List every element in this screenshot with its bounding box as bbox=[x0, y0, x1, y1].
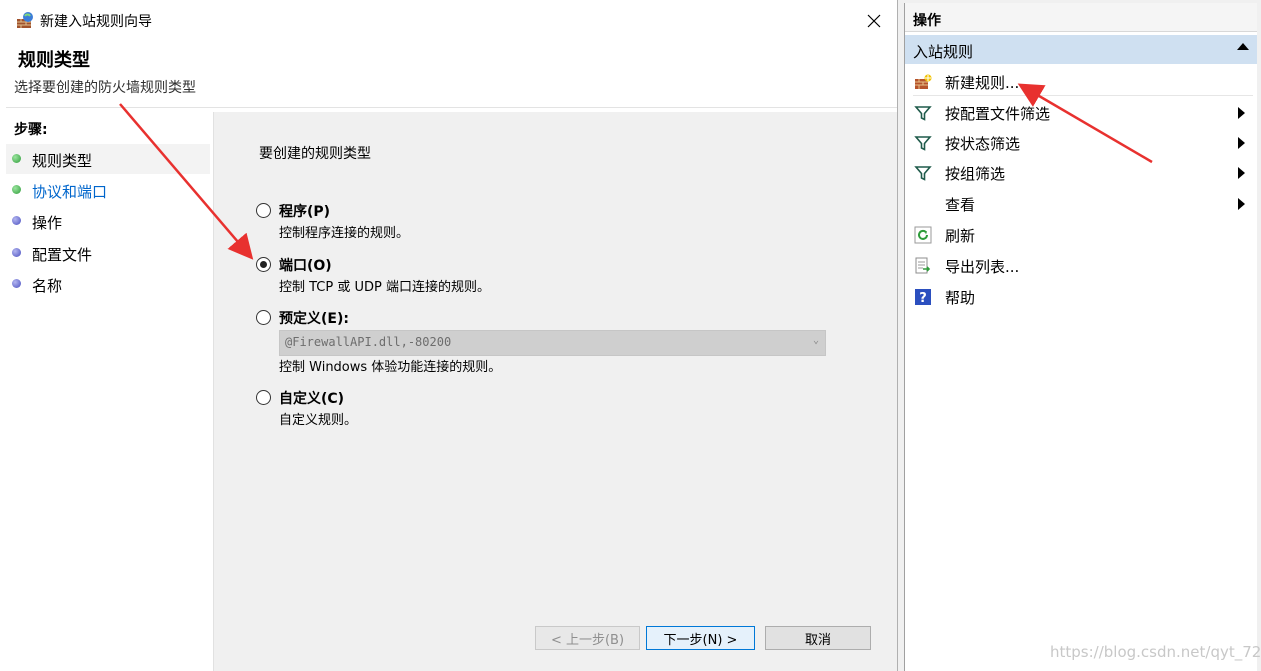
predefined-radio[interactable] bbox=[256, 310, 271, 325]
step-label: 配置文件 bbox=[32, 246, 93, 264]
option-label[interactable]: 端口(O) bbox=[279, 255, 332, 275]
action-filter-state[interactable]: 按状态筛选 bbox=[905, 127, 1257, 157]
step-complete-icon bbox=[12, 185, 21, 194]
close-icon bbox=[867, 14, 881, 28]
action-label[interactable]: 查看 bbox=[945, 194, 975, 215]
action-label[interactable]: 帮助 bbox=[945, 287, 975, 308]
action-filter-group[interactable]: 按组筛选 bbox=[905, 157, 1257, 187]
program-radio[interactable] bbox=[256, 203, 271, 218]
action-new-rule[interactable]: 新建规则... bbox=[905, 66, 1257, 96]
action-export-list[interactable]: 导出列表... bbox=[905, 250, 1257, 280]
option-description: 控制程序连接的规则。 bbox=[279, 226, 410, 241]
step-label: 操作 bbox=[32, 214, 63, 232]
actions-pane: 操作 入站规则 新建规则... 按配置文件筛选 按状态筛选 按组筛选 查看 刷新… bbox=[904, 3, 1257, 671]
action-label[interactable]: 导出列表... bbox=[945, 256, 1019, 277]
submenu-arrow-icon bbox=[1238, 137, 1245, 149]
title-bar: 新建入站规则向导 bbox=[6, 0, 897, 40]
action-label[interactable]: 刷新 bbox=[945, 225, 975, 246]
new-rule-icon bbox=[915, 74, 932, 89]
step-pending-icon bbox=[12, 216, 21, 225]
step-pending-icon bbox=[12, 248, 21, 257]
question-label: 要创建的规则类型 bbox=[259, 146, 371, 162]
section-title: 入站规则 bbox=[913, 43, 974, 61]
submenu-arrow-icon bbox=[1238, 107, 1245, 119]
predefined-value: @FirewallAPI.dll,-80200 bbox=[285, 335, 452, 349]
step-protocol-ports[interactable]: 协议和端口 bbox=[6, 175, 210, 205]
submenu-arrow-icon bbox=[1238, 167, 1245, 179]
step-pending-icon bbox=[12, 279, 21, 288]
step-label: 规则类型 bbox=[32, 152, 93, 170]
step-label: 名称 bbox=[32, 277, 63, 295]
steps-title: 步骤: bbox=[14, 122, 48, 138]
custom-radio[interactable] bbox=[256, 390, 271, 405]
action-refresh[interactable]: 刷新 bbox=[905, 219, 1257, 249]
step-name: 名称 bbox=[6, 269, 210, 299]
step-label[interactable]: 协议和端口 bbox=[32, 181, 107, 202]
port-radio[interactable] bbox=[256, 257, 271, 272]
window-title: 新建入站规则向导 bbox=[40, 14, 152, 30]
action-label[interactable]: 新建规则... bbox=[945, 72, 1019, 93]
option-label[interactable]: 程序(P) bbox=[279, 201, 330, 221]
divider bbox=[913, 95, 1253, 96]
action-label[interactable]: 按状态筛选 bbox=[945, 133, 1020, 154]
back-button[interactable]: < 上一步(B) bbox=[535, 626, 640, 650]
step-rule-type: 规则类型 bbox=[6, 144, 210, 174]
option-description: 控制 Windows 体验功能连接的规则。 bbox=[279, 360, 502, 375]
action-view[interactable]: 查看 bbox=[905, 188, 1257, 218]
predefined-select[interactable]: @FirewallAPI.dll,-80200 ⌄ bbox=[279, 330, 826, 356]
cancel-button[interactable]: 取消 bbox=[765, 626, 871, 650]
divider bbox=[6, 107, 897, 108]
action-help[interactable]: ? 帮助 bbox=[905, 281, 1257, 311]
option-description: 控制 TCP 或 UDP 端口连接的规则。 bbox=[279, 280, 490, 295]
firewall-icon bbox=[17, 12, 33, 28]
section-inbound-rules[interactable]: 入站规则 bbox=[905, 35, 1257, 64]
export-icon bbox=[915, 257, 931, 274]
filter-icon bbox=[914, 166, 932, 181]
step-action: 操作 bbox=[6, 206, 210, 236]
action-filter-profile[interactable]: 按配置文件筛选 bbox=[905, 97, 1257, 127]
submenu-arrow-icon bbox=[1238, 198, 1245, 210]
wizard-dialog: 新建入站规则向导 规则类型 选择要创建的防火墙规则类型 步骤: 规则类型 协议和… bbox=[6, 0, 898, 671]
next-button[interactable]: 下一步(N) > bbox=[646, 626, 755, 650]
step-complete-icon bbox=[12, 154, 21, 163]
watermark: https://blog.csdn.net/qyt_722 bbox=[1050, 643, 1261, 661]
actions-title: 操作 bbox=[913, 13, 941, 29]
action-label[interactable]: 按组筛选 bbox=[945, 163, 1005, 184]
option-label[interactable]: 预定义(E): bbox=[279, 308, 349, 328]
step-profile: 配置文件 bbox=[6, 238, 210, 268]
close-button[interactable] bbox=[857, 6, 891, 36]
collapse-icon[interactable] bbox=[1237, 43, 1249, 50]
option-description: 自定义规则。 bbox=[279, 413, 358, 428]
actions-header: 操作 bbox=[905, 3, 1257, 32]
chevron-down-icon: ⌄ bbox=[812, 335, 819, 346]
help-icon: ? bbox=[915, 289, 931, 306]
svg-text:?: ? bbox=[919, 291, 927, 306]
wizard-content: 要创建的规则类型 程序(P) 控制程序连接的规则。 端口(O) 控制 TCP 或… bbox=[214, 112, 897, 671]
filter-icon bbox=[914, 106, 932, 121]
page-subtitle: 选择要创建的防火墙规则类型 bbox=[14, 80, 196, 96]
option-label[interactable]: 自定义(C) bbox=[279, 388, 344, 408]
filter-icon bbox=[914, 136, 932, 151]
steps-panel: 步骤: 规则类型 协议和端口 操作 配置文件 名称 bbox=[6, 112, 214, 671]
page-title: 规则类型 bbox=[18, 50, 90, 71]
refresh-icon bbox=[914, 226, 932, 244]
action-label[interactable]: 按配置文件筛选 bbox=[945, 103, 1050, 124]
